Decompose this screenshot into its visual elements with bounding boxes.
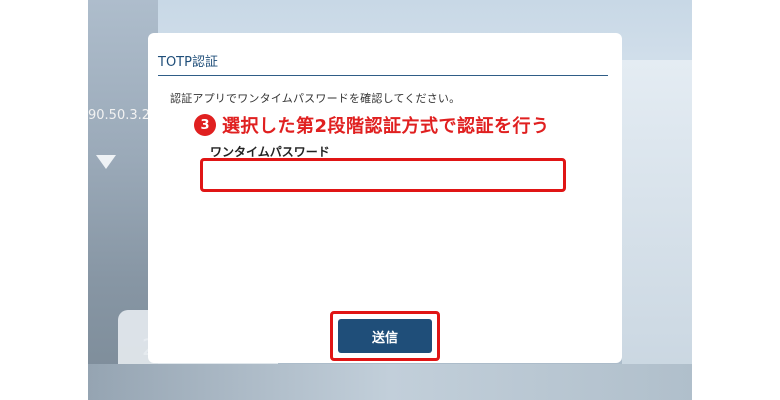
otp-input[interactable] — [203, 161, 563, 189]
dialog-title: TOTP認証 — [158, 55, 218, 70]
submit-highlight: 送信 — [330, 311, 440, 361]
totp-dialog: TOTP認証 認証アプリでワンタイムパスワードを確認してください。 3 選択した… — [148, 33, 622, 363]
submit-button[interactable]: 送信 — [338, 319, 432, 353]
title-divider — [158, 75, 608, 76]
step-instruction: 選択した第2段階認証方式で認証を行う — [222, 116, 550, 137]
step-number-badge: 3 — [194, 114, 216, 136]
background-speech-bubble — [96, 155, 116, 169]
background-right-panel — [622, 60, 692, 400]
background-bottom-strip — [88, 364, 692, 400]
otp-input-highlight — [200, 158, 566, 192]
step-annotation: 3 選択した第2段階認証方式で認証を行う — [194, 112, 550, 138]
background-ip-text: 90.50.3.2 — [88, 108, 151, 123]
dialog-description: 認証アプリでワンタイムパスワードを確認してください。 — [170, 92, 461, 105]
